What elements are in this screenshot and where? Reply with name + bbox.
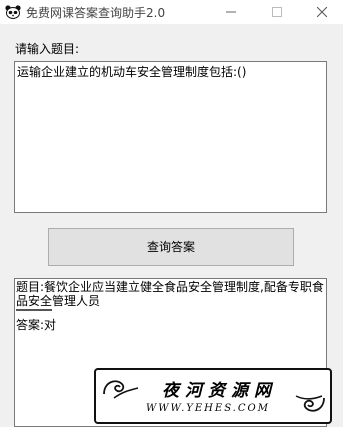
result-answer-text: 答案:对 <box>16 318 57 332</box>
close-icon <box>317 7 327 17</box>
question-prompt-label: 请输入题目: <box>15 42 80 56</box>
window-title: 免费网课答案查询助手2.0 <box>26 6 166 20</box>
watermark-url-text: WWW.YEHES.COM <box>146 403 270 414</box>
scroll-ornament-icon <box>103 380 139 399</box>
minimize-button[interactable] <box>209 0 253 24</box>
question-input-value: 运输企业建立的机动车安全管理制度包括:() <box>17 65 247 79</box>
panda-icon <box>5 4 21 19</box>
result-question-text: 题目:餐饮企业应当建立健全食品安全管理制度,配备专职食品安全管理人员 <box>16 280 324 308</box>
watermark-logo: 夜河资源网 WWW.YEHES.COM <box>94 368 332 424</box>
result-separator <box>16 309 52 311</box>
maximize-icon <box>272 7 282 17</box>
scroll-ornament-icon <box>295 395 325 412</box>
minimize-icon <box>226 11 236 13</box>
watermark-chinese-text: 夜河资源网 <box>162 381 277 401</box>
title-bar[interactable]: 免费网课答案查询助手2.0 <box>0 0 343 24</box>
close-button[interactable] <box>300 0 343 24</box>
maximize-button[interactable] <box>255 0 299 24</box>
question-input[interactable]: 运输企业建立的机动车安全管理制度包括:() <box>14 61 327 213</box>
query-answer-button[interactable]: 查询答案 <box>48 228 294 266</box>
